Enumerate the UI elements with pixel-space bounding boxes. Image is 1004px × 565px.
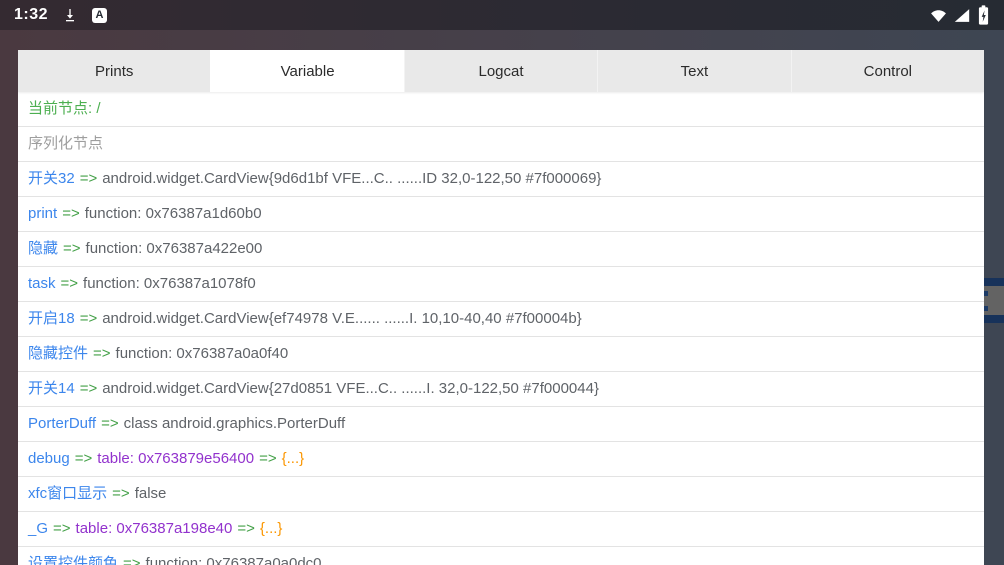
segment-value: function: 0x76387a0a0dc0 [146, 555, 322, 565]
list-item[interactable]: debug=>table: 0x763879e56400=>{...} [18, 442, 984, 477]
tab-text[interactable]: Text [597, 50, 790, 92]
variable-list: 当前节点: /序列化节点开关32=>android.widget.CardVie… [18, 92, 984, 565]
status-bar: 1:32 A [0, 0, 1004, 30]
segment-green: 当前节点: / [28, 100, 101, 117]
list-item[interactable]: _G=>table: 0x76387a198e40=>{...} [18, 512, 984, 547]
clock: 1:32 [14, 6, 48, 24]
status-bar-right [930, 4, 990, 26]
segment-arrow: => [93, 345, 111, 362]
segment-value: android.widget.CardView{ef74978 V.E.....… [102, 310, 582, 327]
status-bar-left: 1:32 A [14, 6, 107, 24]
segment-name: 隐藏 [28, 240, 58, 257]
segment-arrow: => [80, 170, 98, 187]
segment-arrow: => [75, 450, 93, 467]
floating-window-titlebar [984, 278, 1004, 286]
segment-value: function: 0x76387a422e00 [86, 240, 263, 257]
floating-window-fragment [984, 278, 1004, 323]
segment-name: 开关14 [28, 380, 75, 397]
segment-name: 设置控件颜色 [28, 555, 118, 565]
segment-name: print [28, 205, 57, 222]
segment-brace: {...} [282, 450, 305, 467]
list-item[interactable]: xfc窗口显示 => false [18, 477, 984, 512]
segment-name: _G [28, 520, 48, 537]
cell-signal-icon [954, 8, 970, 23]
segment-arrow: => [123, 555, 141, 565]
segment-value: function: 0x76387a1078f0 [83, 275, 256, 292]
segment-value: function: 0x76387a0a0f40 [116, 345, 289, 362]
segment-name: xfc窗口显示 [28, 485, 107, 502]
list-item[interactable]: 隐藏 => function: 0x76387a422e00 [18, 232, 984, 267]
floating-window-body [984, 286, 1004, 315]
segment-value: android.widget.CardView{9d6d1bf VFE...C.… [102, 170, 601, 187]
segment-name: PorterDuff [28, 415, 96, 432]
segment-arrow: => [259, 450, 277, 467]
tab-bar: PrintsVariableLogcatTextControl [18, 50, 984, 92]
segment-arrow: => [112, 485, 130, 502]
floating-window-bottombar [984, 315, 1004, 323]
tab-logcat[interactable]: Logcat [404, 50, 597, 92]
list-item[interactable]: 序列化节点 [18, 127, 984, 162]
list-item[interactable]: 隐藏控件 => function: 0x76387a0a0f40 [18, 337, 984, 372]
segment-arrow: => [237, 520, 255, 537]
wifi-icon [930, 8, 947, 23]
list-item[interactable]: 开启18 =>android.widget.CardView{ef74978 V.… [18, 302, 984, 337]
segment-name: 隐藏控件 [28, 345, 88, 362]
segment-arrow: => [53, 520, 71, 537]
segment-arrow: => [61, 275, 79, 292]
segment-table: table: 0x763879e56400 [97, 450, 254, 467]
segment-name: 开启18 [28, 310, 75, 327]
segment-value: false [135, 485, 167, 502]
tab-variable[interactable]: Variable [210, 50, 403, 92]
segment-arrow: => [80, 310, 98, 327]
letter-a-icon: A [92, 8, 107, 23]
debug-console-card: PrintsVariableLogcatTextControl 当前节点: / 序… [18, 50, 984, 565]
list-item[interactable]: 开关14 =>android.widget.CardView{27d0851 VF… [18, 372, 984, 407]
segment-value: function: 0x76387a1d60b0 [85, 205, 262, 222]
segment-brace: {...} [260, 520, 283, 537]
segment-name: 开关32 [28, 170, 75, 187]
battery-charging-icon [977, 4, 990, 26]
list-item[interactable]: task =>function: 0x76387a1078f0 [18, 267, 984, 302]
segment-arrow: => [63, 240, 81, 257]
segment-arrow: => [80, 380, 98, 397]
list-item[interactable]: PorterDuff => class android.graphics.Porte… [18, 407, 984, 442]
list-item[interactable]: 设置控件颜色 => function: 0x76387a0a0dc0 [18, 547, 984, 565]
list-item[interactable]: 开关32 =>android.widget.CardView{9d6d1bf VF… [18, 162, 984, 197]
download-icon [62, 7, 78, 23]
segment-name: debug [28, 450, 70, 467]
segment-arrow: => [62, 205, 80, 222]
segment-muted: 序列化节点 [28, 135, 103, 152]
tab-control[interactable]: Control [791, 50, 984, 92]
segment-arrow: => [101, 415, 119, 432]
tab-prints[interactable]: Prints [18, 50, 210, 92]
segment-table: table: 0x76387a198e40 [76, 520, 233, 537]
segment-value: android.widget.CardView{27d0851 VFE...C.… [102, 380, 599, 397]
screen: 1:32 A [0, 0, 1004, 565]
segment-name: task [28, 275, 56, 292]
list-item[interactable]: 当前节点: / [18, 92, 984, 127]
list-item[interactable]: print => function: 0x76387a1d60b0 [18, 197, 984, 232]
segment-value: class android.graphics.PorterDuff [124, 415, 346, 432]
